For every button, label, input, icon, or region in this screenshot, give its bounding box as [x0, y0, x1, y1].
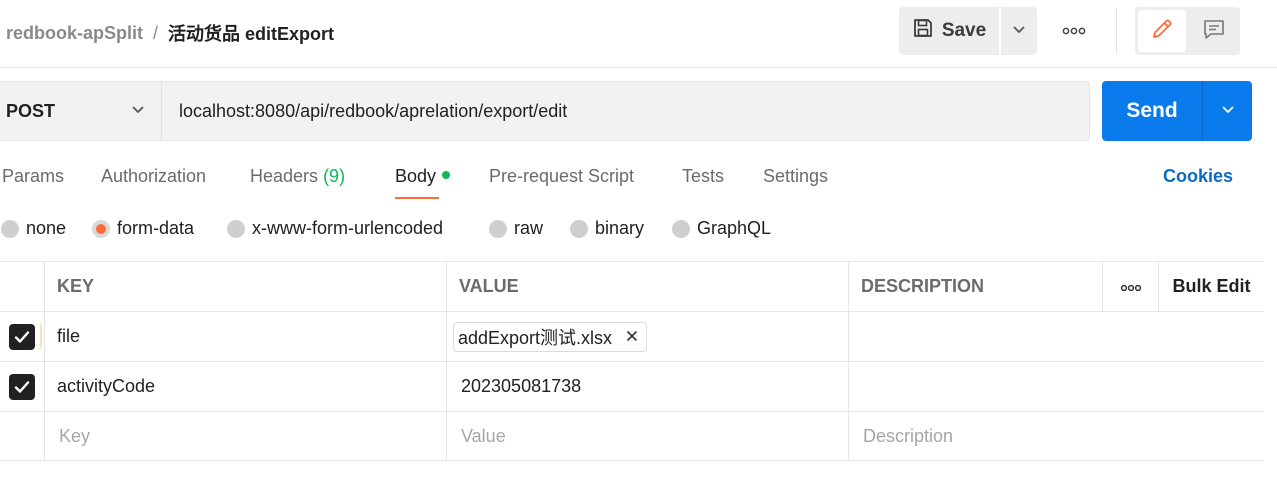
- row-check-cell: [0, 362, 45, 411]
- save-icon: [912, 17, 934, 45]
- pencil-icon: [1150, 17, 1174, 46]
- key-placeholder[interactable]: Key: [45, 412, 447, 460]
- more-horizontal-icon: [1120, 276, 1142, 297]
- radio-circle: [1, 219, 19, 238]
- save-button-group: Save: [899, 7, 1037, 55]
- header-divider: [1116, 8, 1117, 54]
- url-input[interactable]: [163, 82, 1083, 140]
- form-data-table: KEY VALUE DESCRIPTION Bulk Edit file add…: [0, 261, 1264, 461]
- active-tab-underline: [395, 197, 439, 199]
- radio-label: binary: [595, 218, 645, 238]
- row-enabled-checkbox[interactable]: [9, 323, 35, 350]
- radio-raw[interactable]: raw: [489, 218, 543, 239]
- tab-label: Params: [2, 166, 65, 186]
- request-name[interactable]: 活动货品 editExport: [168, 20, 334, 46]
- radio-graphql[interactable]: GraphQL: [672, 218, 771, 239]
- radio-none[interactable]: none: [1, 218, 66, 239]
- more-actions-button[interactable]: [1056, 18, 1092, 44]
- tab-tests[interactable]: Tests: [682, 166, 724, 187]
- table-row: activityCode 202305081738: [0, 362, 1264, 412]
- view-mode-toggle: [1135, 7, 1240, 55]
- radio-circle: [570, 219, 588, 238]
- save-options-dropdown[interactable]: [1001, 7, 1037, 55]
- body-indicator-dot: [442, 171, 451, 180]
- bulk-edit-button[interactable]: Bulk Edit: [1159, 262, 1264, 311]
- send-button-group: Send: [1102, 81, 1252, 141]
- column-header-key: KEY: [45, 262, 447, 311]
- radio-label: none: [26, 218, 67, 238]
- more-horizontal-icon: [1062, 22, 1086, 40]
- description-placeholder[interactable]: Description: [849, 412, 1264, 460]
- row-enabled-checkbox[interactable]: [9, 373, 35, 400]
- radio-circle-selected: [92, 219, 110, 238]
- radio-label: form-data: [117, 218, 195, 238]
- request-header: redbook-apSplit / 活动货品 editExport Save: [0, 0, 1277, 68]
- row-check-cell: [0, 312, 45, 361]
- tab-label: Authorization: [101, 166, 207, 186]
- file-name: addExport测试.xlsx: [458, 327, 613, 348]
- save-button[interactable]: Save: [899, 7, 999, 55]
- tab-body[interactable]: Body: [395, 166, 451, 187]
- radio-form-data[interactable]: form-data: [92, 218, 194, 239]
- chevron-down-icon: [1221, 102, 1235, 121]
- radio-binary[interactable]: binary: [570, 218, 644, 239]
- radio-label: raw: [514, 218, 544, 238]
- tab-pre-request-script[interactable]: Pre-request Script: [489, 166, 634, 187]
- row-check-cell: [0, 412, 45, 460]
- tab-label: Body: [395, 166, 437, 186]
- column-header-description: DESCRIPTION: [849, 262, 1103, 311]
- method-select[interactable]: POST: [0, 82, 162, 140]
- remove-file-icon[interactable]: [626, 326, 638, 347]
- tab-headers[interactable]: Headers (9): [250, 166, 345, 187]
- method-label: POST: [6, 100, 56, 121]
- file-chip: addExport测试.xlsx: [453, 321, 648, 352]
- headers-count: (9): [323, 166, 346, 186]
- edit-mode-button[interactable]: [1138, 10, 1186, 52]
- url-bar: POST: [0, 81, 1090, 141]
- value-cell[interactable]: 202305081738: [447, 362, 849, 411]
- row-drag-handle[interactable]: [40, 324, 42, 348]
- tab-label: Settings: [763, 166, 829, 186]
- tab-label: Headers: [250, 166, 319, 186]
- chevron-down-icon: [131, 102, 145, 121]
- column-header-value: VALUE: [447, 262, 849, 311]
- description-cell[interactable]: [849, 362, 1264, 411]
- save-label: Save: [941, 20, 987, 41]
- radio-label: GraphQL: [697, 218, 772, 238]
- tab-label: Tests: [682, 166, 725, 186]
- new-row: Key Value Description: [0, 412, 1264, 461]
- column-options-button[interactable]: [1103, 262, 1159, 311]
- chevron-down-icon: [1012, 22, 1026, 41]
- tab-params[interactable]: Params: [2, 166, 64, 187]
- radio-circle: [227, 219, 245, 238]
- request-tabs: Params Authorization Headers (9) Body Pr…: [0, 160, 1277, 200]
- description-cell[interactable]: [849, 312, 1264, 361]
- value-cell[interactable]: addExport测试.xlsx: [447, 312, 849, 361]
- radio-circle: [672, 219, 690, 238]
- key-cell[interactable]: file: [45, 312, 447, 361]
- key-cell[interactable]: activityCode: [45, 362, 447, 411]
- comments-button[interactable]: [1191, 10, 1237, 52]
- tab-label: Pre-request Script: [489, 166, 635, 186]
- radio-label: x-www-form-urlencoded: [252, 218, 444, 238]
- comment-icon: [1202, 17, 1226, 46]
- tab-settings[interactable]: Settings: [763, 166, 828, 187]
- table-header-row: KEY VALUE DESCRIPTION Bulk Edit: [0, 262, 1264, 312]
- send-button[interactable]: Send: [1102, 81, 1202, 141]
- breadcrumb: redbook-apSplit / 活动货品 editExport: [6, 20, 334, 46]
- tab-authorization[interactable]: Authorization: [101, 166, 206, 187]
- radio-circle: [489, 219, 507, 238]
- table-row: file addExport测试.xlsx: [0, 312, 1264, 362]
- cookies-link[interactable]: Cookies: [1163, 166, 1233, 187]
- header-check-cell: [0, 262, 45, 311]
- breadcrumb-collection[interactable]: redbook-apSplit: [6, 23, 143, 44]
- send-options-dropdown[interactable]: [1203, 81, 1252, 141]
- radio-x-www-form-urlencoded[interactable]: x-www-form-urlencoded: [227, 218, 443, 239]
- value-placeholder[interactable]: Value: [447, 412, 849, 460]
- breadcrumb-separator: /: [153, 22, 159, 43]
